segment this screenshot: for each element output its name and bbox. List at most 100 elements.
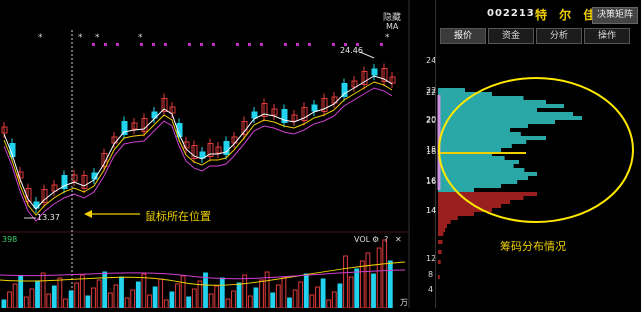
volume-bar [376,247,382,309]
signal-dot [116,43,119,46]
chip-bar-upper [438,96,524,100]
volume-help-icon[interactable]: ? [384,235,388,244]
volume-bar [275,284,281,309]
volume-bar [203,272,208,309]
volume-bar [231,290,236,309]
volume-bar [96,279,102,309]
candle-body [251,111,258,119]
chip-bar-upper [438,88,465,92]
volume-bar [163,299,169,309]
chip-bar-upper [438,144,512,148]
volume-bar [343,255,348,309]
kline-chart[interactable]: * * * * * 隐藏 MA 24.46 13.37 鼠标所在位置 24 22 20 … [0,0,436,309]
signal-dot [260,43,263,46]
volume-ma-line [0,261,406,286]
volume-bar [214,285,220,309]
volume-bar [147,294,152,309]
volume-bar [141,273,147,309]
volume-bar [259,279,264,309]
volume-bar [337,283,343,309]
volume-bar [130,289,136,309]
volume-bar [29,288,35,309]
volume-bar [35,280,40,309]
signal-dot [284,43,287,46]
volume-bar [63,298,68,309]
signal-dot [308,43,311,46]
volume-bar [236,282,242,309]
signal-star: * [78,33,83,43]
volume-bar [387,260,393,309]
chip-bar-upper [438,92,492,96]
volume-bar [309,294,315,309]
chip-bar-lower [438,228,446,232]
decision-matrix-button[interactable]: 决策矩阵 [592,7,638,24]
chip-bar-lower [438,196,524,200]
volume-bar [253,287,259,309]
signal-star: * [138,33,143,43]
signal-dot [152,43,155,46]
panel-tabs: 报价 资金 分析 操作 [440,28,632,44]
signal-star: * [385,33,390,43]
volume-bar [158,278,164,309]
volume-bar [208,293,214,309]
volume-bar [57,277,63,309]
chip-bar-upper [438,116,582,120]
volume-bar [7,291,12,309]
volume-bar [303,273,309,309]
signal-dot [104,43,107,46]
candle-body [121,121,128,135]
signal-dot [296,43,299,46]
volume-bar [331,291,337,309]
chip-bar-upper [438,164,514,168]
signal-dot [236,43,239,46]
volume-bar [359,260,365,309]
chip-bar-lower [438,212,474,216]
chip-bar-lower [438,224,447,228]
signal-dot [212,43,215,46]
volume-label: VOL [354,235,371,244]
volume-bar [85,295,91,309]
volume-bar [74,282,80,309]
volume-bar [365,252,371,309]
signal-dot [200,43,203,46]
chip-tick-16: 16 [426,177,437,186]
candle-body [311,104,318,112]
tab-analysis[interactable]: 分析 [536,28,582,44]
ma-label: MA [386,22,399,31]
volume-value: 398 [2,235,18,244]
signal-dot [248,43,251,46]
volume-bar [46,293,52,309]
volume-bar [175,283,180,309]
tab-quote[interactable]: 报价 [440,28,486,44]
volume-bar [23,296,29,309]
chip-bar-upper [438,128,510,132]
volume-bar [270,292,276,309]
volume-bar [1,299,7,309]
volume-bar [281,276,287,309]
chip-bar-lower [438,260,441,264]
volume-bar [79,274,85,309]
volume-settings-icon[interactable]: ⚙ [372,235,379,244]
volume-bar [91,287,96,309]
chip-bar-upper [438,184,501,188]
chip-bar-lower [438,192,537,196]
stock-code: 002213 [487,8,535,19]
chip-tick-22: 22 [426,86,437,95]
volume-close-icon[interactable]: ✕ [395,235,402,244]
volume-bar [287,297,292,309]
chip-panel [435,0,641,308]
tab-operation[interactable]: 操作 [584,28,630,44]
tab-funds[interactable]: 资金 [488,28,534,44]
volume-bar [186,296,192,309]
volume-bar [242,274,248,309]
signal-star: * [38,33,43,43]
volume-bar [298,281,304,309]
volume-bar [51,285,57,309]
volume-tick-8: 8 [428,270,434,279]
chip-bar-upper [438,156,505,160]
chip-bar-lower [438,216,458,220]
volume-bar [180,275,186,309]
volume-tick-4: 4 [428,285,434,294]
chip-bar-lower [438,250,442,254]
low-price-marker: 13.37 [37,213,60,222]
